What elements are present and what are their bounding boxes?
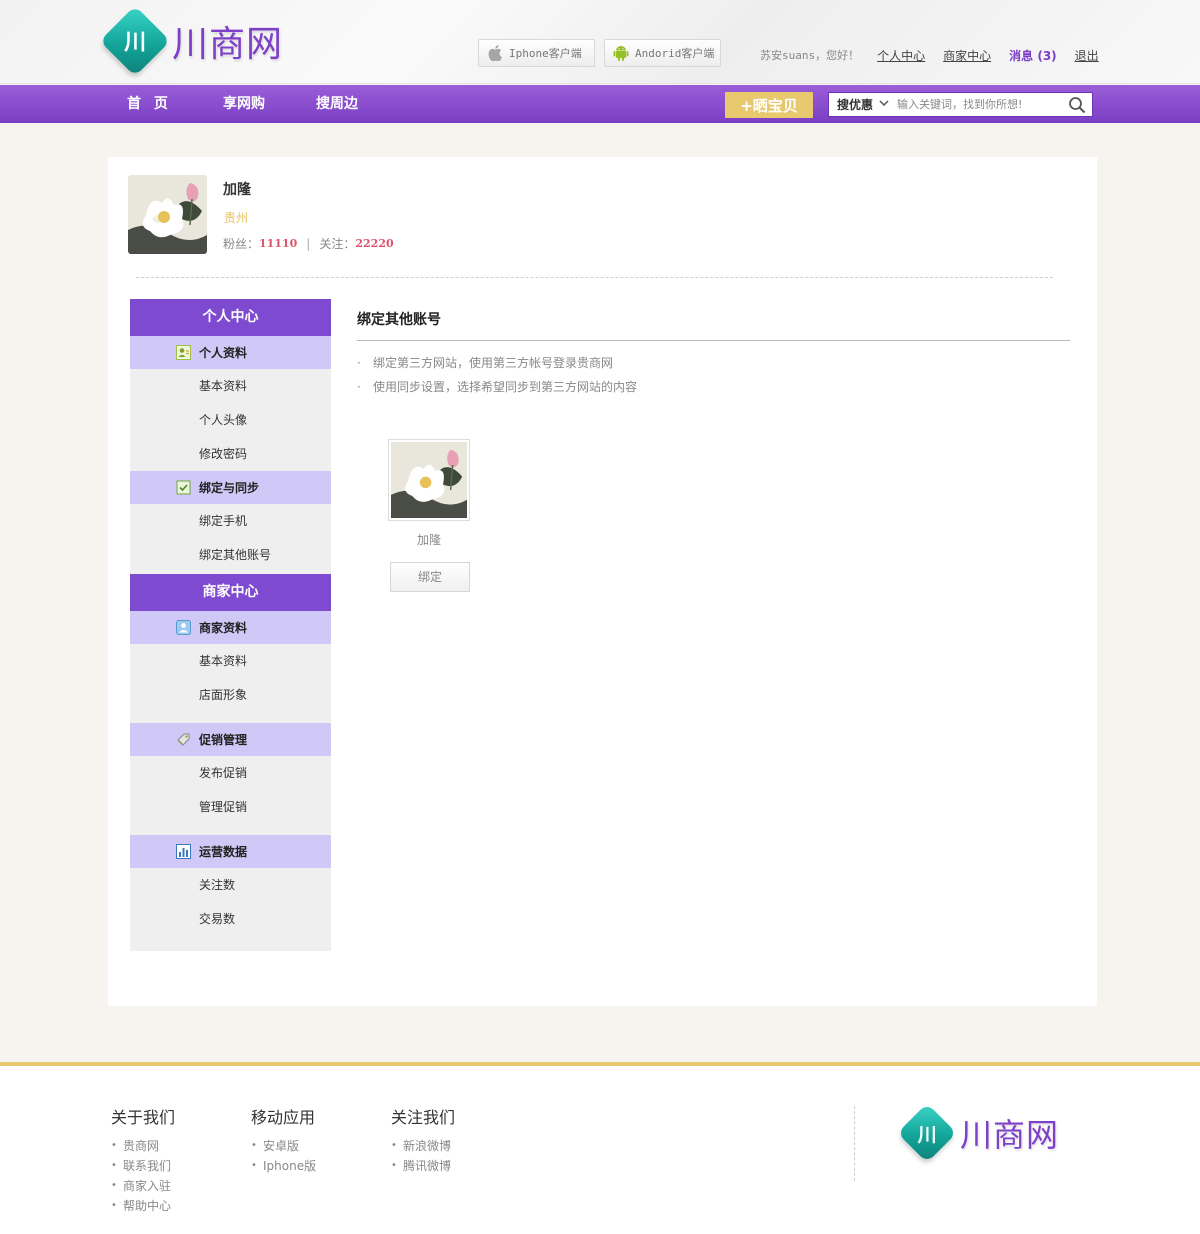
sidebar-group-merchant-info-label: 商家资料 — [199, 621, 248, 635]
sidebar-merchant-center-header[interactable]: 商家中心 — [130, 574, 331, 611]
profile-divider — [136, 277, 1053, 278]
lotus-image — [128, 175, 207, 254]
sidebar: 个人中心 个人资料 基本资料 个人头像 修改密码 绑定与同步 绑定手机 绑定其他… — [130, 299, 331, 951]
sidebar-item-follow-count[interactable]: 关注数 — [130, 868, 331, 902]
bind-account-avatar[interactable] — [388, 439, 470, 521]
content-title: 绑定其他账号 — [357, 312, 441, 328]
footer-follow: 关注我们 新浪微博 腾讯微博 — [391, 1104, 455, 1176]
android-client-label: Andorid客户端 — [635, 47, 715, 60]
sidebar-group-ops-data[interactable]: 运营数据 — [130, 835, 331, 868]
search-type-label: 搜优惠 — [837, 98, 874, 112]
sidebar-item-avatar[interactable]: 个人头像 — [130, 403, 331, 437]
sidebar-group-promo-manage[interactable]: 促销管理 — [130, 723, 331, 756]
sidebar-group-promo-manage-label: 促销管理 — [199, 733, 248, 747]
apple-icon — [487, 44, 503, 62]
nav-online-shopping[interactable]: 享网购 — [223, 85, 265, 123]
sidebar-group-bind-sync[interactable]: 绑定与同步 — [130, 471, 331, 504]
sidebar-spacer — [130, 936, 331, 951]
sidebar-spacer — [130, 824, 331, 835]
personal-center-link[interactable]: 个人中心 — [877, 47, 925, 64]
checkbox-icon — [176, 480, 191, 495]
logo-mark-icon: 川 — [99, 5, 171, 77]
sidebar-group-personal-info[interactable]: 个人资料 — [130, 336, 331, 369]
sidebar-group-merchant-info[interactable]: 商家资料 — [130, 611, 331, 644]
bind-account-name: 加隆 — [416, 533, 441, 547]
site-header: 川 川商网 Iphone客户端 Andorid客户端 苏安suans，您好！ 个… — [0, 0, 1200, 84]
footer-link[interactable]: 联系我们 — [111, 1156, 175, 1176]
footer-divider — [854, 1106, 855, 1181]
chevron-down-icon — [879, 99, 889, 110]
fans-label: 粉丝： — [223, 237, 260, 251]
footer-link[interactable]: 帮助中心 — [111, 1196, 175, 1216]
sidebar-group-ops-data-label: 运营数据 — [199, 845, 248, 859]
profile-stats: 粉丝： 11110 | 关注： 22220 — [223, 235, 394, 252]
logo-mark-icon: 川 — [897, 1103, 957, 1163]
footer-link[interactable]: 商家入驻 — [111, 1176, 175, 1196]
sidebar-item-manage-promo[interactable]: 管理促销 — [130, 790, 331, 824]
sidebar-group-personal-info-label: 个人资料 — [199, 346, 248, 360]
android-client-button[interactable]: Andorid客户端 — [604, 39, 721, 67]
user-greeting: 苏安suans，您好！ — [760, 49, 860, 62]
footer-logo-text: 川商网 — [960, 1116, 1060, 1154]
fans-count[interactable]: 11110 — [259, 237, 297, 250]
nav-home[interactable]: 首 页 — [127, 85, 172, 123]
follow-label: 关注： — [319, 237, 356, 251]
bind-account-card: 加隆 绑定 — [388, 439, 470, 592]
logout-link[interactable]: 退出 — [1075, 47, 1099, 64]
stats-divider: | — [306, 236, 311, 251]
sidebar-item-bind-other-account[interactable]: 绑定其他账号 — [130, 538, 331, 572]
android-icon — [613, 44, 629, 62]
tips-list: 绑定第三方网站，使用第三方帐号登录贵商网 使用同步设置，选择希望同步到第三方网站… — [357, 356, 637, 404]
sidebar-spacer — [130, 712, 331, 723]
search-box: 搜优惠 — [828, 92, 1093, 117]
follow-count[interactable]: 22220 — [355, 237, 393, 250]
bind-button[interactable]: 绑定 — [390, 562, 470, 592]
footer-follow-title: 关注我们 — [391, 1108, 456, 1127]
footer-logo[interactable]: 川 川商网 — [897, 1103, 1060, 1163]
sidebar-group-bind-sync-label: 绑定与同步 — [199, 481, 260, 495]
site-logo[interactable]: 川 川商网 — [99, 5, 291, 77]
logo-text: 川商网 — [172, 24, 284, 65]
lotus-image — [391, 442, 467, 518]
tip-item: 绑定第三方网站，使用第三方帐号登录贵商网 — [357, 356, 637, 380]
user-profile-icon — [176, 345, 191, 360]
search-input[interactable] — [897, 94, 1057, 115]
top-user-links: 苏安suans，您好！ 个人中心 商家中心 消息 (3) 退出 — [760, 46, 1099, 64]
sidebar-item-publish-promo[interactable]: 发布促销 — [130, 756, 331, 790]
tip-item: 使用同步设置，选择希望同步到第三方网站的内容 — [357, 380, 637, 404]
messages-link[interactable]: 消息 (3) — [1009, 47, 1057, 64]
iphone-client-label: Iphone客户端 — [509, 47, 582, 60]
sidebar-item-change-password[interactable]: 修改密码 — [130, 437, 331, 471]
merchant-center-link[interactable]: 商家中心 — [943, 47, 991, 64]
tag-icon — [176, 732, 191, 747]
footer-mobile-title: 移动应用 — [251, 1108, 316, 1127]
user-avatar[interactable] — [128, 175, 207, 254]
search-type-select[interactable]: 搜优惠 — [829, 96, 897, 113]
sidebar-item-bind-phone[interactable]: 绑定手机 — [130, 504, 331, 538]
footer-about-title: 关于我们 — [111, 1108, 176, 1127]
sidebar-item-store-image[interactable]: 店面形象 — [130, 678, 331, 712]
footer-about: 关于我们 贵商网 联系我们 商家入驻 帮助中心 — [111, 1104, 175, 1216]
footer-link[interactable]: 新浪微博 — [391, 1136, 455, 1156]
nav-nearby[interactable]: 搜周边 — [316, 85, 358, 123]
iphone-client-button[interactable]: Iphone客户端 — [478, 39, 595, 67]
profile-name: 加隆 — [223, 182, 251, 198]
sidebar-item-basic-info[interactable]: 基本资料 — [130, 369, 331, 403]
main-panel: 加隆 贵州 粉丝： 11110 | 关注： 22220 个人中心 个人资料 基本… — [108, 157, 1097, 1006]
sidebar-item-trade-count[interactable]: 交易数 — [130, 902, 331, 936]
footer-mobile: 移动应用 安卓版 Iphone版 — [251, 1104, 316, 1176]
footer-link[interactable]: 腾讯微博 — [391, 1156, 455, 1176]
profile-city: 贵州 — [224, 211, 249, 225]
footer-link[interactable]: 安卓版 — [251, 1136, 316, 1156]
search-icon[interactable] — [1068, 96, 1086, 114]
content-title-rule — [357, 340, 1070, 341]
share-item-button[interactable]: +晒宝贝 — [725, 92, 813, 118]
sidebar-personal-center-header[interactable]: 个人中心 — [130, 299, 331, 336]
site-footer: 关于我们 贵商网 联系我们 商家入驻 帮助中心 移动应用 安卓版 Iphone版… — [0, 1062, 1200, 1234]
sidebar-item-merchant-basic-info[interactable]: 基本资料 — [130, 644, 331, 678]
footer-link[interactable]: 贵商网 — [111, 1136, 175, 1156]
merchant-user-icon — [176, 620, 191, 635]
footer-link[interactable]: Iphone版 — [251, 1156, 316, 1176]
bar-chart-icon — [176, 844, 191, 859]
